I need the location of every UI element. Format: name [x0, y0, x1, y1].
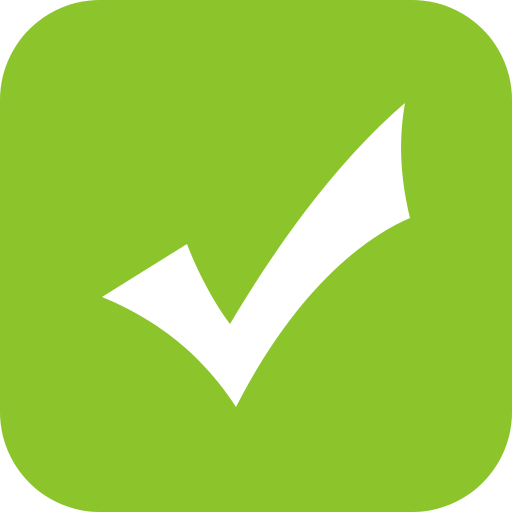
checkmark-icon: [0, 0, 512, 512]
screen: [0, 0, 512, 512]
checkmark-app-icon[interactable]: [0, 0, 512, 512]
icon-background: [0, 0, 512, 512]
